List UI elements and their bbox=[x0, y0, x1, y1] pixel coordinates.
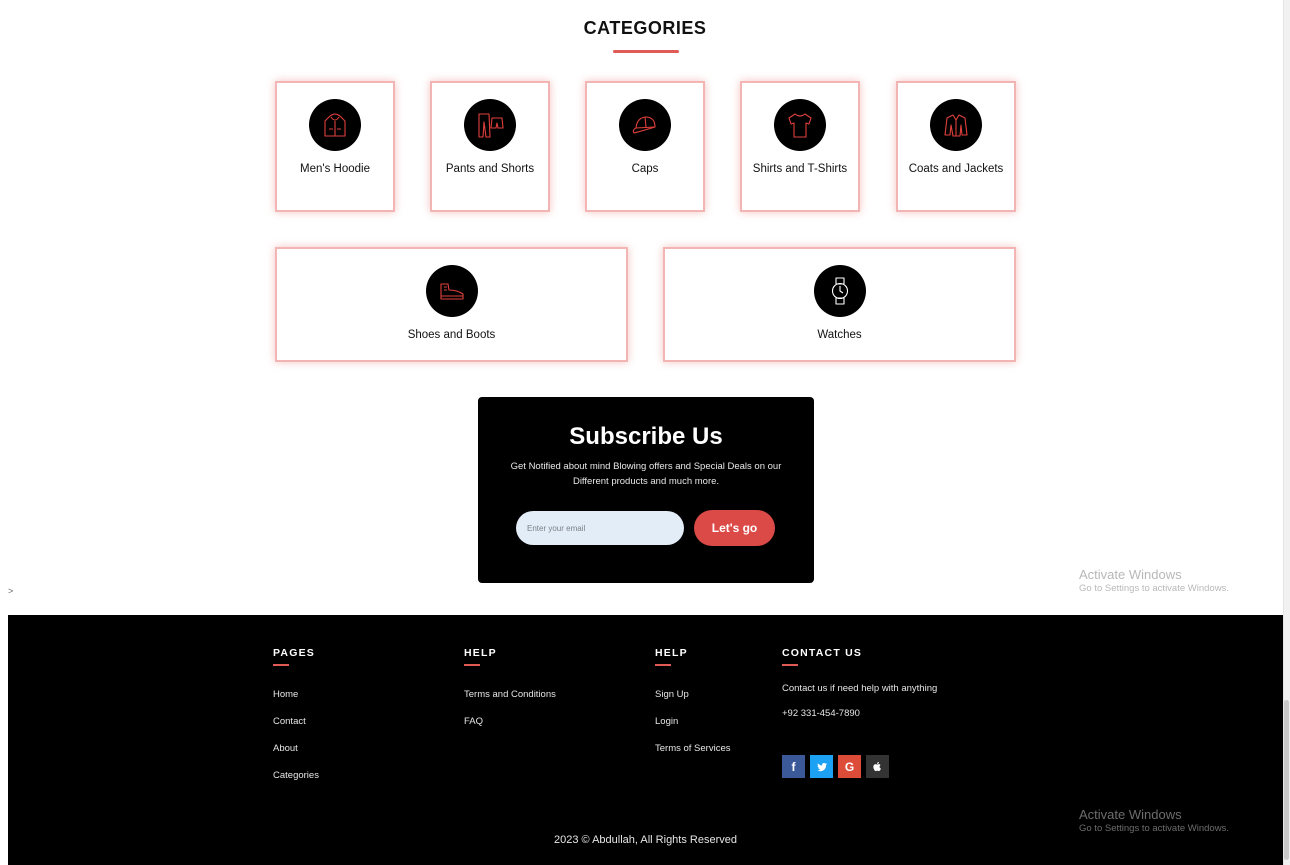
footer-help-column: HELP Terms and Conditions FAQ bbox=[464, 647, 556, 742]
shoe-icon bbox=[425, 265, 478, 317]
footer-pages-column: PAGES Home Contact About Categories bbox=[273, 647, 319, 796]
footer-link-contact[interactable]: Contact bbox=[273, 715, 319, 729]
jacket-icon bbox=[930, 99, 982, 151]
category-card-shirts[interactable]: Shirts and T-Shirts bbox=[740, 81, 860, 212]
google-icon[interactable]: G bbox=[838, 755, 861, 778]
category-card-caps[interactable]: Caps bbox=[585, 81, 705, 212]
category-label: Caps bbox=[631, 163, 659, 175]
facebook-icon[interactable]: f bbox=[782, 755, 805, 778]
category-label: Shirts and T-Shirts bbox=[752, 163, 848, 175]
cap-icon bbox=[619, 99, 671, 151]
footer-link-home[interactable]: Home bbox=[273, 688, 319, 702]
footer-heading-underline bbox=[655, 664, 671, 666]
footer-link-about[interactable]: About bbox=[273, 742, 319, 756]
footer-link-terms-conditions[interactable]: Terms and Conditions bbox=[464, 688, 556, 702]
subscribe-box: Subscribe Us Get Notified about mind Blo… bbox=[478, 397, 814, 583]
footer-link-login[interactable]: Login bbox=[655, 715, 731, 729]
tshirt-icon bbox=[774, 99, 826, 151]
category-card-watches[interactable]: Watches bbox=[663, 247, 1016, 362]
footer-contact-column: CONTACT US Contact us if need help with … bbox=[782, 647, 937, 778]
scrollbar-thumb[interactable] bbox=[1284, 700, 1289, 860]
scrollbar-track[interactable] bbox=[1283, 0, 1290, 865]
footer-link-sign-up[interactable]: Sign Up bbox=[655, 688, 731, 702]
footer-heading-underline bbox=[464, 664, 480, 666]
category-label: Men's Hoodie bbox=[300, 163, 370, 175]
category-label: Pants and Shorts bbox=[445, 163, 535, 175]
subscribe-title: Subscribe Us bbox=[569, 423, 723, 450]
category-label: Shoes and Boots bbox=[407, 329, 496, 341]
footer-heading-underline bbox=[273, 664, 289, 666]
activate-windows-watermark: Activate Windows Go to Settings to activ… bbox=[1079, 567, 1229, 595]
social-links: f G bbox=[782, 755, 937, 778]
footer-contact-phone: +92 331-454-7890 bbox=[782, 708, 860, 719]
category-label: Coats and Jackets bbox=[908, 163, 1004, 175]
footer-link-faq[interactable]: FAQ bbox=[464, 715, 556, 729]
footer-contact-heading: CONTACT US bbox=[782, 647, 863, 659]
category-label: Watches bbox=[817, 329, 862, 341]
pants-icon bbox=[464, 99, 516, 151]
category-card-mens-hoodie[interactable]: Men's Hoodie bbox=[275, 81, 395, 212]
footer-help-account-column: HELP Sign Up Login Terms of Services bbox=[655, 647, 731, 769]
subscribe-button[interactable]: Let's go bbox=[694, 510, 775, 546]
subscribe-description: Get Notified about mind Blowing offers a… bbox=[510, 461, 782, 487]
footer-link-terms-services[interactable]: Terms of Services bbox=[655, 742, 731, 756]
copyright-text: 2023 © Abdullah, All Rights Reserved bbox=[554, 834, 737, 846]
activate-windows-subtitle: Go to Settings to activate Windows. bbox=[1079, 583, 1229, 594]
footer-link-categories[interactable]: Categories bbox=[273, 769, 319, 783]
hoodie-icon bbox=[309, 99, 361, 151]
footer-heading-underline bbox=[782, 664, 798, 666]
activate-windows-subtitle: Go to Settings to activate Windows. bbox=[1079, 823, 1229, 834]
email-input[interactable] bbox=[516, 511, 684, 545]
footer-help-heading: HELP bbox=[655, 647, 688, 659]
category-card-shoes-boots[interactable]: Shoes and Boots bbox=[275, 247, 628, 362]
footer-pages-heading: PAGES bbox=[273, 647, 315, 659]
category-card-pants-shorts[interactable]: Pants and Shorts bbox=[430, 81, 550, 212]
footer-help-heading: HELP bbox=[464, 647, 497, 659]
activate-windows-title: Activate Windows bbox=[1079, 807, 1182, 822]
stray-caret-text: > bbox=[8, 586, 14, 596]
watch-icon bbox=[813, 265, 866, 317]
category-card-coats-jackets[interactable]: Coats and Jackets bbox=[896, 81, 1016, 212]
categories-title-underline bbox=[613, 50, 679, 53]
apple-icon[interactable] bbox=[866, 755, 889, 778]
activate-windows-watermark-footer: Activate Windows Go to Settings to activ… bbox=[1079, 807, 1229, 835]
twitter-icon[interactable] bbox=[810, 755, 833, 778]
activate-windows-title: Activate Windows bbox=[1079, 567, 1182, 582]
page: CATEGORIES Men's Hoodie Pants and Shorts bbox=[0, 0, 1290, 865]
categories-title: CATEGORIES bbox=[583, 18, 707, 38]
footer-contact-text: Contact us if need help with anything bbox=[782, 683, 938, 694]
